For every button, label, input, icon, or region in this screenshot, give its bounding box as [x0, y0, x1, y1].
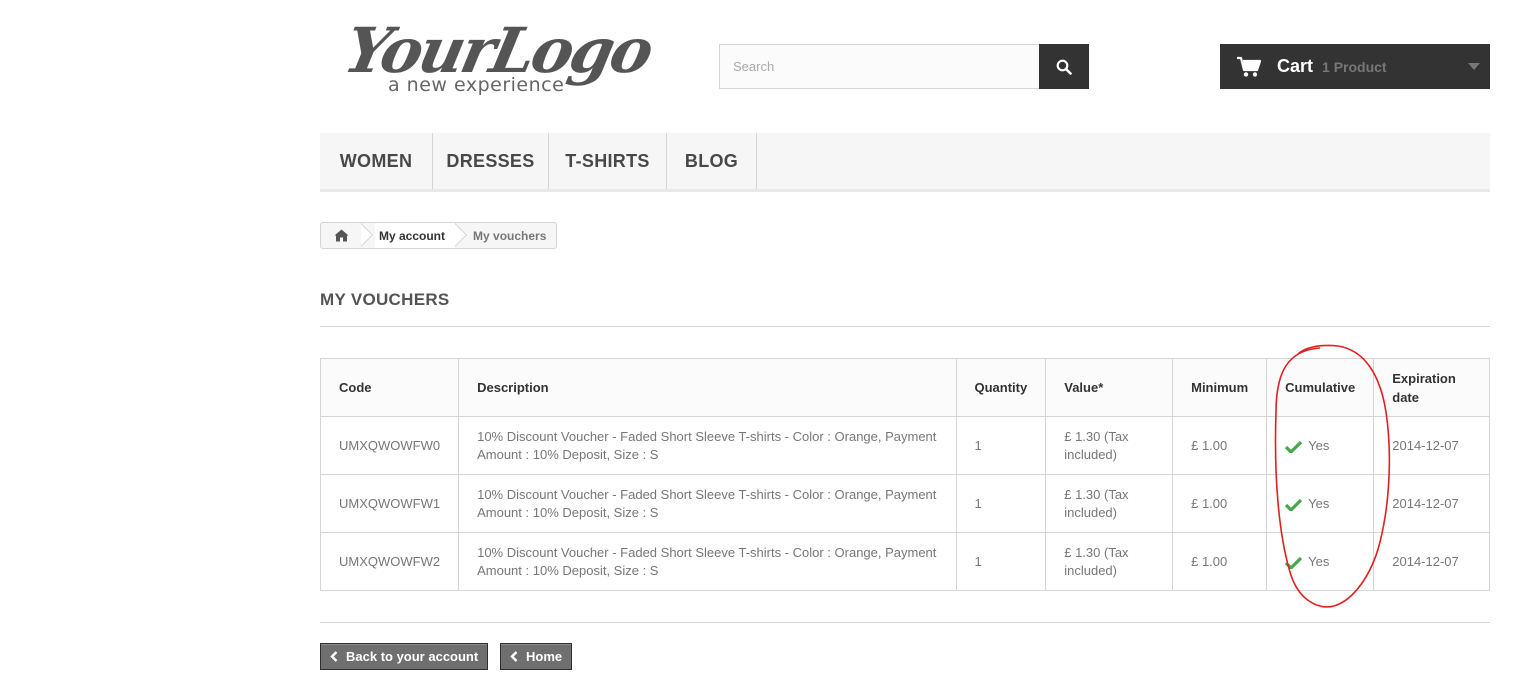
header-expiration-line2: date — [1392, 389, 1419, 405]
cell-expiration: 2014-12-07 — [1373, 474, 1490, 533]
cell-value: £ 1.30 (Tax included) — [1045, 532, 1174, 591]
cart-count: 1 Product — [1322, 58, 1387, 75]
table-row: UMXQWOWFW2 10% Discount Voucher - Faded … — [319, 532, 1490, 591]
back-button-label: Back to your account — [346, 649, 479, 664]
value-line1: £ 1.30 (Tax — [1064, 428, 1129, 444]
value-line2: included) — [1064, 562, 1117, 578]
cell-minimum: £ 1.00 — [1172, 474, 1268, 533]
header-quantity: Quantity — [955, 358, 1047, 417]
cell-code: UMXQWOWFW1 — [319, 474, 460, 533]
home-icon — [334, 229, 348, 242]
cell-description: 10% Discount Voucher - Faded Short Sleev… — [458, 416, 957, 475]
check-icon — [1285, 440, 1303, 453]
site-logo[interactable]: YourLogo a new experience — [338, 14, 657, 104]
menu-item-tshirts[interactable]: T-SHIRTS — [549, 133, 667, 189]
menu-item-blog[interactable]: BLOG — [667, 133, 757, 189]
description-line2: Amount : 10% Deposit, Size : S — [477, 562, 659, 578]
cell-description: 10% Discount Voucher - Faded Short Sleev… — [458, 474, 957, 533]
breadcrumb-my-account[interactable]: My account — [375, 223, 456, 248]
logo-tagline: a new experience — [388, 74, 565, 96]
cell-description: 10% Discount Voucher - Faded Short Sleev… — [458, 532, 957, 591]
back-to-account-button[interactable]: Back to your account — [320, 643, 489, 670]
cell-code: UMXQWOWFW2 — [319, 532, 460, 591]
cell-quantity: 1 — [955, 416, 1047, 475]
cell-minimum: £ 1.00 — [1172, 416, 1268, 475]
menu-item-women[interactable]: WOMEN — [320, 133, 433, 189]
main-menu: WOMEN DRESSES T-SHIRTS BLOG — [320, 133, 1490, 192]
table-row: UMXQWOWFW1 10% Discount Voucher - Faded … — [319, 474, 1490, 533]
description-line1: 10% Discount Voucher - Faded Short Sleev… — [477, 486, 937, 502]
cell-cumulative: Yes — [1266, 474, 1375, 533]
header-value: Value* — [1045, 358, 1174, 417]
cell-minimum: £ 1.00 — [1172, 532, 1268, 591]
cumulative-value: Yes — [1308, 437, 1330, 453]
header-expiration-line1: Expiration — [1392, 370, 1456, 386]
cumulative-value: Yes — [1308, 553, 1330, 569]
header-description: Description — [458, 358, 957, 417]
caret-down-icon[interactable] — [1468, 63, 1480, 70]
breadcrumb-current: My vouchers — [473, 228, 547, 243]
description-line1: 10% Discount Voucher - Faded Short Sleev… — [477, 544, 937, 560]
breadcrumb-separator — [455, 223, 469, 248]
header-cumulative: Cumulative — [1266, 358, 1375, 417]
cell-quantity: 1 — [955, 532, 1047, 591]
check-icon — [1285, 556, 1303, 569]
cart-button[interactable]: Cart 1 Product — [1220, 44, 1490, 89]
search-icon — [1056, 59, 1072, 75]
cell-code: UMXQWOWFW0 — [319, 416, 460, 475]
cart-icon — [1237, 56, 1262, 77]
description-line2: Amount : 10% Deposit, Size : S — [477, 504, 659, 520]
value-line1: £ 1.30 (Tax — [1064, 544, 1129, 560]
table-row: UMXQWOWFW0 10% Discount Voucher - Faded … — [319, 416, 1490, 475]
chevron-left-icon — [510, 651, 518, 662]
page-title: MY VOUCHERS — [320, 290, 450, 309]
description-line1: 10% Discount Voucher - Faded Short Sleev… — [477, 428, 937, 444]
table-header-row: Code Description Quantity Value* Minimum… — [319, 358, 1490, 417]
search-button[interactable] — [1039, 44, 1089, 89]
breadcrumb-separator — [361, 223, 375, 248]
description-line2: Amount : 10% Deposit, Size : S — [477, 446, 659, 462]
home-button[interactable]: Home — [500, 643, 573, 670]
cell-expiration: 2014-12-07 — [1373, 416, 1490, 475]
value-line2: included) — [1064, 504, 1117, 520]
title-divider — [320, 326, 1490, 327]
value-line2: included) — [1064, 446, 1117, 462]
header-minimum: Minimum — [1172, 358, 1268, 417]
menu-item-dresses[interactable]: DRESSES — [433, 133, 549, 189]
header-code: Code — [319, 358, 460, 417]
bottom-divider — [320, 622, 1490, 623]
cart-label: Cart — [1277, 56, 1314, 76]
value-line1: £ 1.30 (Tax — [1064, 486, 1129, 502]
cell-cumulative: Yes — [1266, 532, 1375, 591]
check-icon — [1285, 498, 1303, 511]
vouchers-table: Code Description Quantity Value* Minimum… — [319, 358, 1490, 591]
breadcrumb-home[interactable] — [321, 223, 361, 248]
cell-cumulative: Yes — [1266, 416, 1375, 475]
breadcrumb: My account My vouchers — [320, 222, 558, 249]
search-bar — [719, 44, 1089, 89]
cumulative-value: Yes — [1308, 495, 1330, 511]
header-expiration: Expiration date — [1373, 358, 1490, 417]
cell-value: £ 1.30 (Tax included) — [1045, 416, 1174, 475]
home-button-label: Home — [526, 649, 563, 664]
search-input[interactable] — [720, 45, 1039, 88]
chevron-left-icon — [330, 651, 338, 662]
cell-value: £ 1.30 (Tax included) — [1045, 474, 1174, 533]
cell-expiration: 2014-12-07 — [1373, 532, 1490, 591]
cell-quantity: 1 — [955, 474, 1047, 533]
